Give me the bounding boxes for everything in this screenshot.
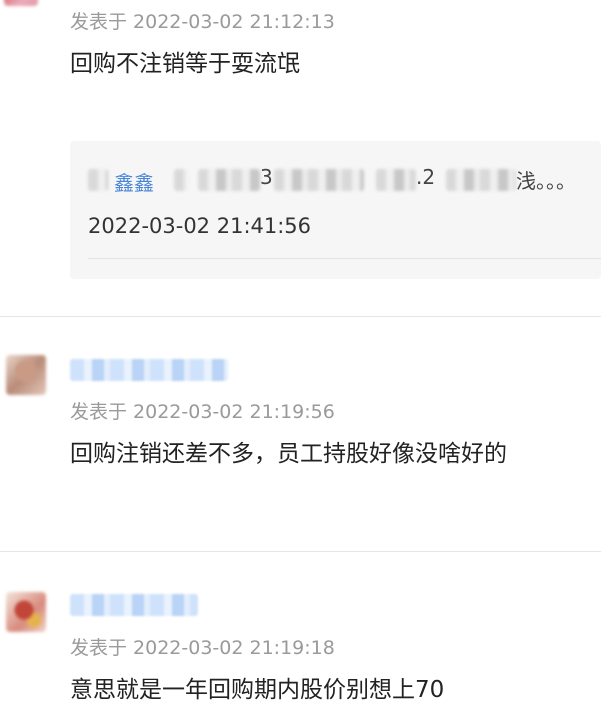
reply-box: 鑫鑫 3 .2 浅。。。 2022-03-02 21:41:56 (70, 141, 601, 279)
reply-username[interactable]: 鑫鑫 (114, 167, 154, 196)
divider (88, 258, 601, 259)
divider (0, 316, 601, 317)
avatar[interactable] (4, 0, 38, 6)
avatar[interactable] (6, 592, 46, 632)
redacted-text (198, 169, 260, 191)
comment-timestamp: 发表于 2022-03-02 21:19:18 (70, 637, 335, 659)
reply-text-fragment: 浅。。。 (516, 169, 576, 193)
comment-text: 意思就是一年回购期内股价别想上70 (70, 677, 445, 703)
avatar[interactable] (6, 355, 46, 395)
redacted-text (88, 169, 108, 191)
redacted-text (446, 169, 516, 191)
comment-text: 回购注销还差不多，员工持股好像没啥好的 (70, 441, 507, 467)
comment-timestamp: 发表于 2022-03-02 21:19:56 (70, 401, 335, 423)
comment-text: 回购不注销等于耍流氓 (70, 51, 300, 77)
divider (0, 551, 601, 552)
redacted-text (274, 169, 364, 191)
redacted-text (376, 169, 416, 191)
username-redacted[interactable] (70, 359, 228, 381)
reply-text-fragment: .2 (416, 165, 436, 189)
reply-text-fragment: 3 (260, 165, 273, 189)
reply-timestamp: 2022-03-02 21:41:56 (88, 214, 312, 238)
username-redacted[interactable] (70, 594, 198, 616)
redacted-text (174, 169, 188, 191)
comment-timestamp: 发表于 2022-03-02 21:12:13 (70, 11, 335, 33)
